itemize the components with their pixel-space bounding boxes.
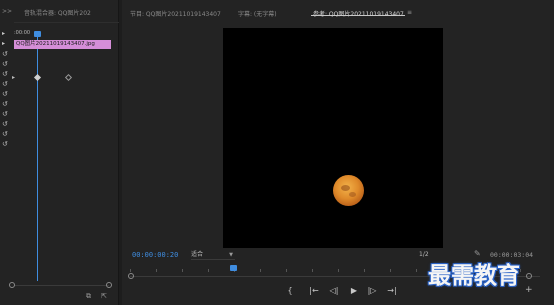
keyframe-diamond-hollow[interactable] [64,73,73,82]
tab-reference[interactable]: 参考: QQ图片20211019143407 [313,9,404,18]
playhead-line[interactable] [37,31,38,281]
reset-icon[interactable]: ↺ [2,130,10,138]
reset-icon[interactable]: ↺ [2,60,10,68]
zoom-handle-right[interactable] [526,273,532,279]
reset-icon[interactable]: ↺ [2,90,10,98]
keyframe-nav-arrow-icon[interactable]: ▸ [12,74,15,81]
monitor-tab-bar: 节目: QQ图片20211019143407 字幕: (无字幕) 参考: QQ图… [122,5,554,19]
current-timecode[interactable]: 00:00:00:20 [132,251,178,259]
go-to-out-button[interactable]: →| [386,285,398,297]
button-editor-add-button[interactable]: + [525,285,533,295]
reset-icon[interactable]: ↺ [2,50,10,58]
step-back-button[interactable]: ◁| [328,285,340,297]
ruler-timecode: :00:00 [14,30,31,36]
effect-timeline[interactable]: :00:00 QQ图片20211019143407.jpg ▸ [12,28,119,288]
playhead-handle[interactable] [34,31,41,37]
expand-arrow-icon[interactable]: ▸ [2,30,10,38]
zoom-handle-left[interactable] [9,282,15,288]
reset-icon[interactable]: ↺ [2,120,10,128]
reset-icon[interactable]: ↺ [2,80,10,88]
step-forward-button[interactable]: |▷ [366,285,378,297]
reset-icon[interactable]: ↺ [2,70,10,78]
zoom-scrollbar-track[interactable] [14,285,109,286]
clip-bar[interactable]: QQ图片20211019143407.jpg [14,40,111,49]
left-tab-bar: >> 音轨混合器: QQ图片202 [0,5,119,19]
export-icon[interactable]: ⇱ [101,292,107,300]
tab-overflow[interactable]: >> [2,8,12,15]
moon-image [333,175,364,206]
zoom-handle-left[interactable] [128,273,134,279]
reset-icon[interactable]: ↺ [2,140,10,148]
video-preview[interactable] [223,28,443,248]
tab-audio-track-mixer[interactable]: 音轨混合器: QQ图片202 [24,8,91,17]
monitor-playhead[interactable] [230,265,237,271]
zoom-handle-right[interactable] [106,282,112,288]
panel-menu-icon[interactable]: ≡ [407,9,412,16]
effect-controls-panel: >> 音轨混合器: QQ图片202 ▸ ▸ ↺ ↺ ↺ ↺ ↺ ↺ ↺ ↺ ↺ … [0,0,119,305]
active-tab-underline [311,15,405,16]
go-to-in-button[interactable]: |← [308,285,320,297]
tab-divider [14,22,119,23]
tab-captions[interactable]: 字幕: (无字幕) [238,9,277,18]
reset-icon[interactable]: ↺ [2,100,10,108]
filter-icon[interactable]: ⧉ [86,292,91,301]
chevron-down-icon: ▼ [229,252,233,258]
expand-arrow-icon[interactable]: ▸ [2,40,10,48]
tab-program[interactable]: 节目: QQ图片20211019143407 [130,9,221,18]
zoom-fit-value: 适合 [191,251,204,258]
play-button[interactable]: ▶ [348,285,360,297]
watermark-logo: 最需教育 [428,262,520,289]
keyframe-diamond[interactable] [33,73,42,82]
reset-icon[interactable]: ↺ [2,110,10,118]
zoom-fit-select[interactable]: 适合 ▼ [191,250,235,260]
mark-in-button[interactable]: { [284,285,296,297]
